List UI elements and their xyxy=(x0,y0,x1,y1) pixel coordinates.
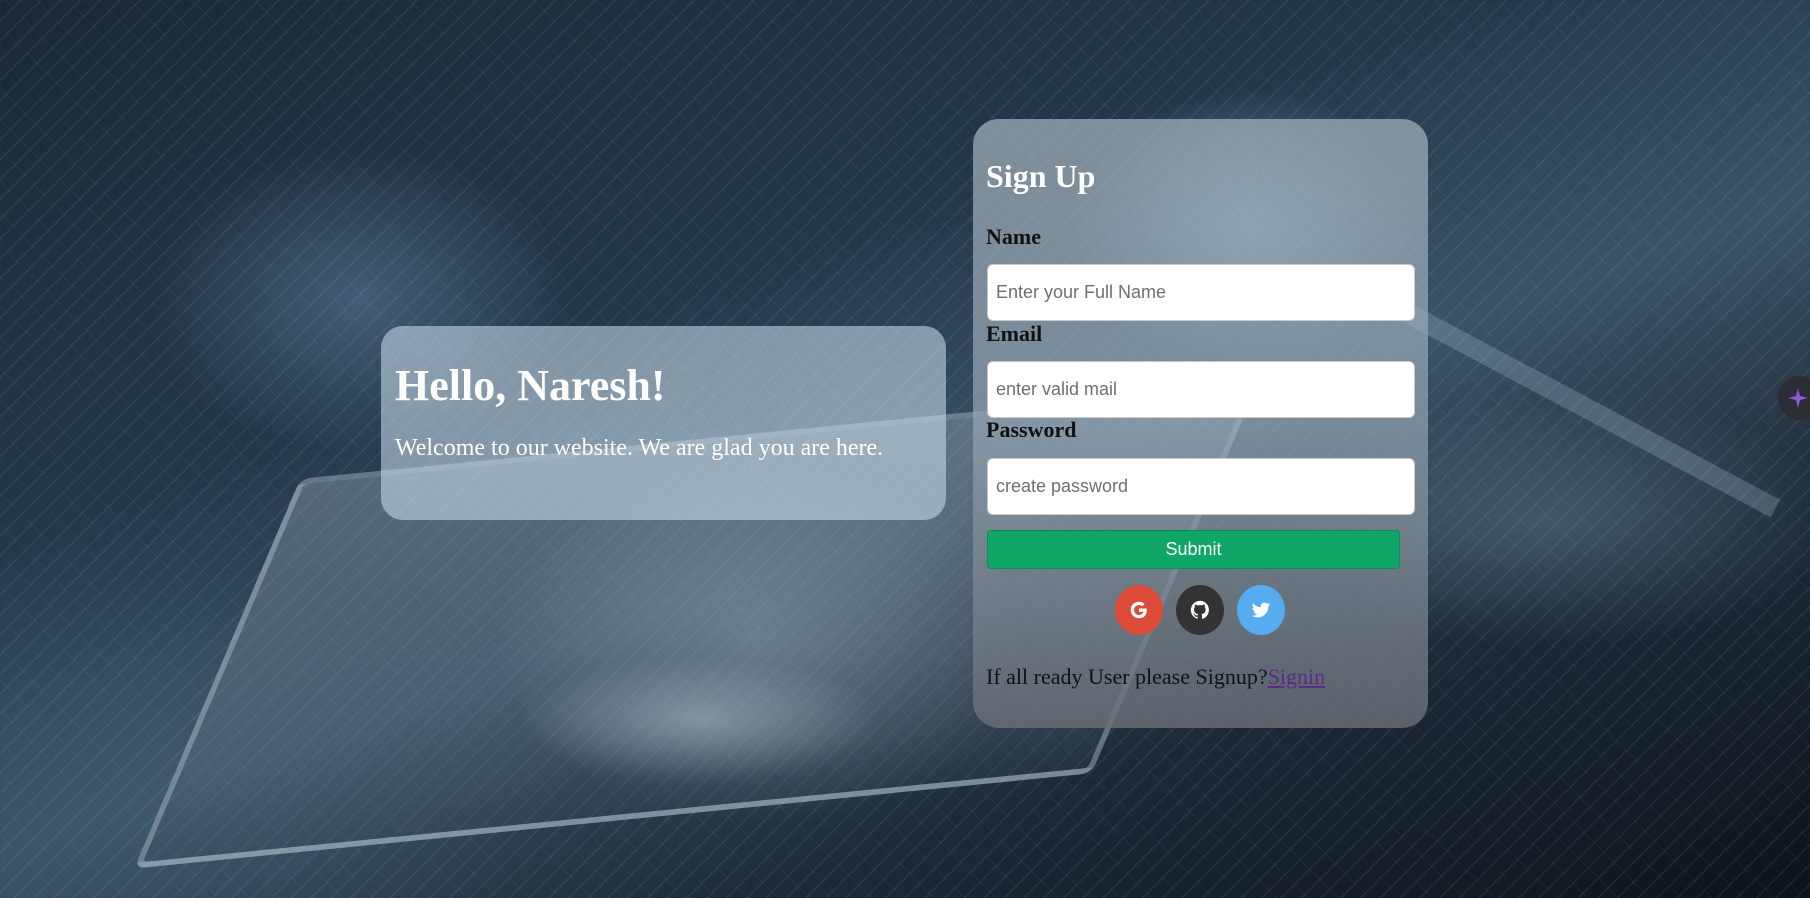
welcome-card: Hello, Naresh! Welcome to our website. W… xyxy=(381,326,946,520)
signup-title: Sign Up xyxy=(986,158,1096,194)
google-login-button[interactable] xyxy=(1115,585,1163,635)
sparkle-icon xyxy=(1788,388,1808,408)
signin-prompt-text: If all ready User please Signup? xyxy=(986,664,1268,689)
signin-link[interactable]: Signin xyxy=(1268,664,1325,689)
email-label: Email xyxy=(986,321,1043,346)
name-label: Name xyxy=(986,224,1041,249)
twitter-icon xyxy=(1251,602,1271,618)
password-label: Password xyxy=(986,417,1077,442)
signup-form: Sign Up Name Email Password Submit If al… xyxy=(973,119,1428,728)
email-input[interactable] xyxy=(987,361,1415,418)
github-login-button[interactable] xyxy=(1176,585,1224,635)
name-input[interactable] xyxy=(987,264,1415,321)
signin-prompt: If all ready User please Signup?Signin xyxy=(986,664,1325,690)
submit-button[interactable]: Submit xyxy=(987,530,1400,569)
google-icon xyxy=(1130,601,1147,619)
welcome-title: Hello, Naresh! xyxy=(395,361,666,410)
welcome-message: Welcome to our website. We are glad you … xyxy=(395,435,884,461)
background-edge xyxy=(1399,302,1781,518)
github-icon xyxy=(1190,600,1209,619)
social-login-row xyxy=(973,585,1428,635)
twitter-login-button[interactable] xyxy=(1237,585,1285,635)
password-input[interactable] xyxy=(987,458,1415,515)
side-assistant-button[interactable] xyxy=(1778,376,1810,420)
